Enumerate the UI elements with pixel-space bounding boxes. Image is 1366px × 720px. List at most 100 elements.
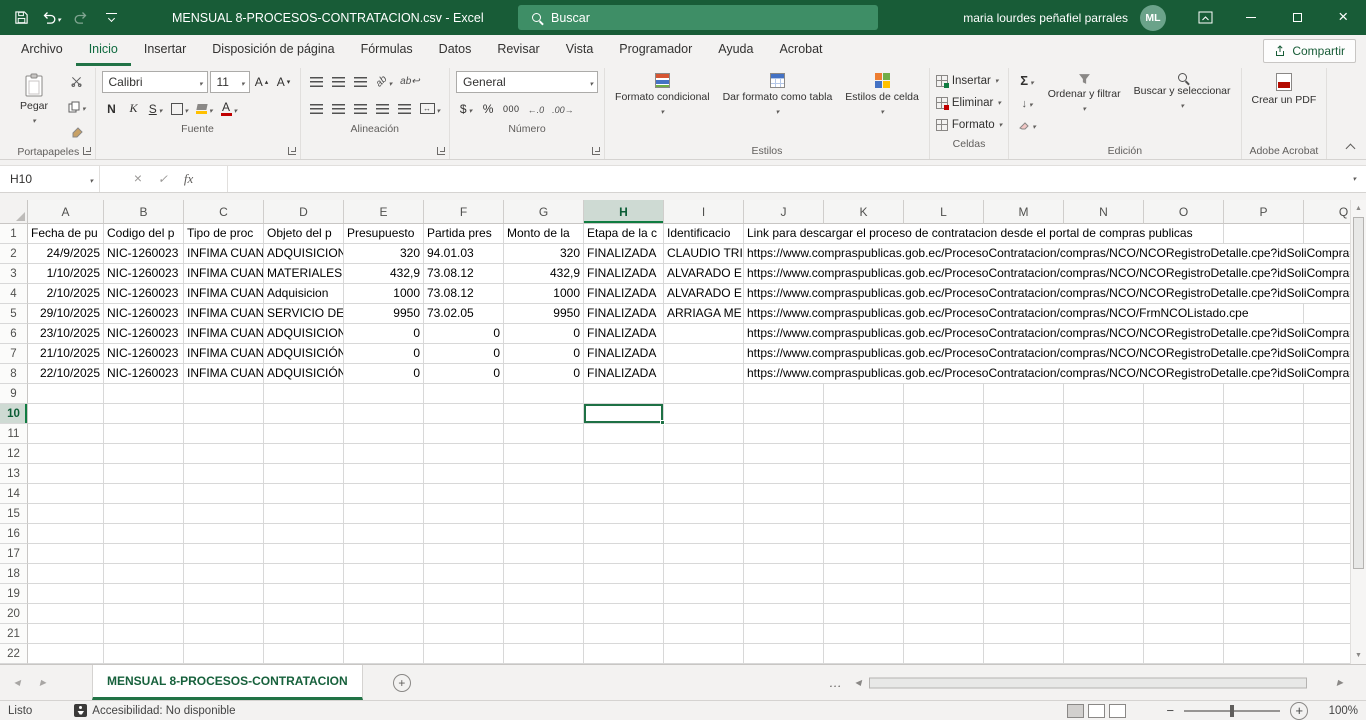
find-select-button[interactable]: Buscar y seleccionar: [1130, 70, 1235, 111]
vertical-scroll-thumb[interactable]: [1353, 217, 1364, 569]
ribbon-tab-programador[interactable]: Programador: [606, 35, 705, 66]
cell-L21[interactable]: [904, 624, 984, 644]
cell-J22[interactable]: [744, 644, 824, 664]
cell-C16[interactable]: [184, 524, 264, 544]
column-header-B[interactable]: B: [104, 200, 184, 224]
cell-Q15[interactable]: [1304, 504, 1350, 524]
cell-J14[interactable]: [744, 484, 824, 504]
minimize-button[interactable]: [1228, 0, 1274, 35]
cell-J8[interactable]: https://www.compraspublicas.gob.ec/Proce…: [744, 364, 824, 384]
row-header-19[interactable]: 19: [0, 584, 28, 604]
sheet-tab-active[interactable]: MENSUAL 8-PROCESOS-CONTRATACION: [92, 665, 363, 700]
cell-O15[interactable]: [1144, 504, 1224, 524]
cell-A3[interactable]: 1/10/2025: [28, 264, 104, 284]
cell-F4[interactable]: 73.08.12: [424, 284, 504, 304]
cell-I22[interactable]: [664, 644, 744, 664]
cell-K9[interactable]: [824, 384, 904, 404]
cell-I21[interactable]: [664, 624, 744, 644]
cell-H17[interactable]: [584, 544, 664, 564]
cell-C5[interactable]: INFIMA CUANTIA: [184, 304, 264, 324]
column-header-Q[interactable]: Q: [1304, 200, 1350, 224]
cell-L19[interactable]: [904, 584, 984, 604]
row-header-22[interactable]: 22: [0, 644, 28, 664]
cell-J18[interactable]: [744, 564, 824, 584]
cell-N9[interactable]: [1064, 384, 1144, 404]
cell-K11[interactable]: [824, 424, 904, 444]
row-header-5[interactable]: 5: [0, 304, 28, 324]
enter-icon[interactable]: [158, 170, 168, 188]
column-header-K[interactable]: K: [824, 200, 904, 224]
cell-D9[interactable]: [264, 384, 344, 404]
fill-handle[interactable]: [660, 420, 665, 425]
row-header-20[interactable]: 20: [0, 604, 28, 624]
cell-F14[interactable]: [424, 484, 504, 504]
create-pdf-button[interactable]: Crear un PDF: [1248, 70, 1321, 106]
cell-J16[interactable]: [744, 524, 824, 544]
cell-L15[interactable]: [904, 504, 984, 524]
cell-N12[interactable]: [1064, 444, 1144, 464]
cell-E2[interactable]: 320: [344, 244, 424, 264]
row-header-12[interactable]: 12: [0, 444, 28, 464]
horizontal-scroll-thumb[interactable]: [869, 677, 1307, 688]
cell-C8[interactable]: INFIMA CUANTIA: [184, 364, 264, 384]
cell-G7[interactable]: 0: [504, 344, 584, 364]
cell-I2[interactable]: CLAUDIO TRI: [664, 244, 744, 264]
cell-E20[interactable]: [344, 604, 424, 624]
cell-D15[interactable]: [264, 504, 344, 524]
cell-O14[interactable]: [1144, 484, 1224, 504]
cell-B22[interactable]: [104, 644, 184, 664]
cell-H18[interactable]: [584, 564, 664, 584]
cell-G13[interactable]: [504, 464, 584, 484]
cell-K18[interactable]: [824, 564, 904, 584]
cell-I15[interactable]: [664, 504, 744, 524]
sheet-nav-left-arrow[interactable]: [6, 665, 28, 700]
cell-Q5[interactable]: [1304, 304, 1350, 324]
cell-N20[interactable]: [1064, 604, 1144, 624]
cell-I13[interactable]: [664, 464, 744, 484]
cell-G4[interactable]: 1000: [504, 284, 584, 304]
cell-P13[interactable]: [1224, 464, 1304, 484]
cell-K13[interactable]: [824, 464, 904, 484]
cell-J12[interactable]: [744, 444, 824, 464]
cell-H12[interactable]: [584, 444, 664, 464]
cell-C15[interactable]: [184, 504, 264, 524]
cell-C11[interactable]: [184, 424, 264, 444]
cell-F13[interactable]: [424, 464, 504, 484]
formula-input[interactable]: [228, 166, 1342, 192]
row-header-9[interactable]: 9: [0, 384, 28, 404]
cell-F15[interactable]: [424, 504, 504, 524]
cell-G21[interactable]: [504, 624, 584, 644]
cell-A2[interactable]: 24/9/2025: [28, 244, 104, 264]
cell-Q12[interactable]: [1304, 444, 1350, 464]
dialog-launcher-icon[interactable]: [592, 147, 600, 155]
scroll-down-arrow[interactable]: [1351, 648, 1366, 663]
cell-Q9[interactable]: [1304, 384, 1350, 404]
cell-F5[interactable]: 73.02.05: [424, 304, 504, 324]
cell-N21[interactable]: [1064, 624, 1144, 644]
cell-L20[interactable]: [904, 604, 984, 624]
column-header-C[interactable]: C: [184, 200, 264, 224]
cell-G2[interactable]: 320: [504, 244, 584, 264]
cell-B7[interactable]: NIC-1260023: [104, 344, 184, 364]
cell-H14[interactable]: [584, 484, 664, 504]
row-header-8[interactable]: 8: [0, 364, 28, 384]
cell-E4[interactable]: 1000: [344, 284, 424, 304]
row-header-10[interactable]: 10: [0, 404, 28, 424]
cell-G3[interactable]: 432,9: [504, 264, 584, 284]
clear-button[interactable]: [1015, 114, 1039, 135]
cell-H10[interactable]: [584, 404, 664, 424]
cell-D1[interactable]: Objeto del p: [264, 224, 344, 244]
cell-P10[interactable]: [1224, 404, 1304, 424]
column-header-P[interactable]: P: [1224, 200, 1304, 224]
page-break-view-button[interactable]: [1109, 704, 1126, 718]
close-button[interactable]: [1320, 0, 1366, 35]
cell-F2[interactable]: 94.01.03: [424, 244, 504, 264]
font-color-button[interactable]: A: [218, 98, 241, 120]
cell-D7[interactable]: ADQUISICIÓN: [264, 344, 344, 364]
cell-Q21[interactable]: [1304, 624, 1350, 644]
align-right-button[interactable]: [351, 98, 371, 120]
wrap-text-button[interactable]: [397, 71, 423, 93]
cell-J11[interactable]: [744, 424, 824, 444]
cell-I3[interactable]: ALVARADO E: [664, 264, 744, 284]
sort-filter-button[interactable]: Ordenar y filtrar: [1044, 70, 1125, 114]
